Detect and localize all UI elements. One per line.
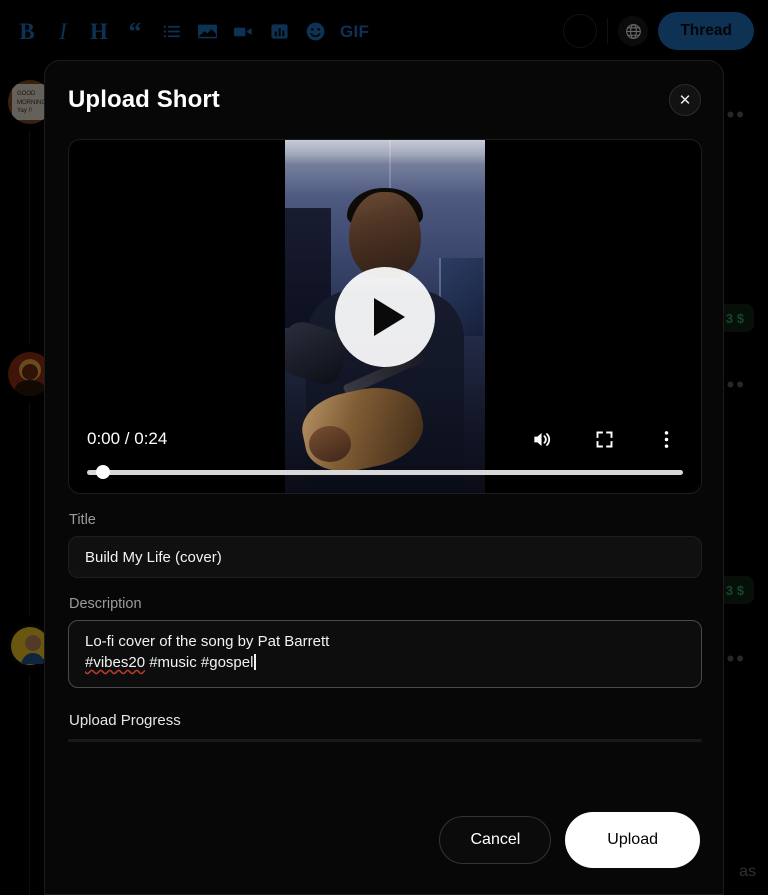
volume-icon[interactable] xyxy=(525,422,559,456)
scrubber-track xyxy=(87,469,683,475)
upload-short-dialog: Upload Short ✕ 0:00 / 0:24 Title Build M… xyxy=(44,60,724,895)
cancel-button[interactable]: Cancel xyxy=(439,816,552,864)
description-input[interactable]: Lo-fi cover of the song by Pat Barrett #… xyxy=(68,620,702,688)
upload-button[interactable]: Upload xyxy=(565,812,700,868)
video-player[interactable]: 0:00 / 0:24 xyxy=(68,139,702,494)
video-scrubber[interactable] xyxy=(87,465,683,479)
time-display: 0:00 / 0:24 xyxy=(87,429,168,448)
fullscreen-icon[interactable] xyxy=(587,422,621,456)
page-title: Upload Short xyxy=(68,86,220,113)
player-control-row: 0:00 / 0:24 xyxy=(87,415,683,463)
description-label: Description xyxy=(69,596,142,612)
more-vertical-icon[interactable] xyxy=(649,422,683,456)
description-line-1: Lo-fi cover of the song by Pat Barrett xyxy=(85,633,330,650)
description-tags-rest: #music #gospel xyxy=(145,654,254,671)
dialog-footer: Cancel Upload xyxy=(45,812,723,894)
player-controls: 0:00 / 0:24 xyxy=(69,415,701,493)
dialog-header: Upload Short ✕ xyxy=(45,61,723,139)
app-root: B I H “ xyxy=(0,0,768,895)
scrubber-handle[interactable] xyxy=(96,465,110,479)
title-label: Title xyxy=(69,512,96,528)
dialog-body: 0:00 / 0:24 Title Build My Life (cover) … xyxy=(45,139,723,812)
text-caret xyxy=(254,654,256,670)
upload-progress-bar xyxy=(68,739,702,742)
title-input[interactable] xyxy=(68,536,702,578)
play-triangle xyxy=(373,297,405,336)
description-line-2: #vibes20 #music #gospel xyxy=(85,652,685,673)
misspelled-word: #vibes20 xyxy=(85,654,146,671)
upload-progress-label: Upload Progress xyxy=(69,712,181,729)
play-icon[interactable] xyxy=(335,266,435,367)
close-icon[interactable]: ✕ xyxy=(669,84,701,116)
